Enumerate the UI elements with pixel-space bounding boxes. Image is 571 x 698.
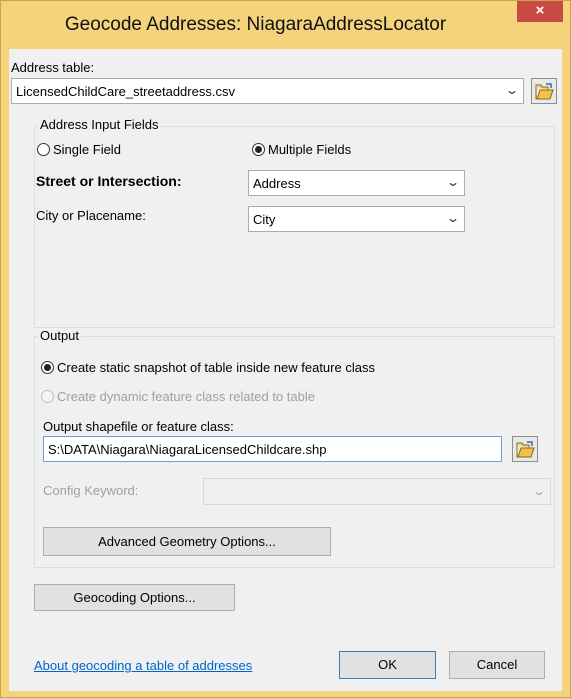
- address-table-value: LicensedChildCare_streetaddress.csv: [16, 84, 235, 99]
- ok-button[interactable]: OK: [339, 651, 436, 679]
- shapefile-browse-button[interactable]: [512, 436, 538, 462]
- close-button[interactable]: ×: [517, 1, 563, 22]
- street-field-value: Address: [253, 176, 301, 191]
- shapefile-path-input[interactable]: S:\DATA\Niagara\NiagaraLicensedChildcare…: [43, 436, 502, 462]
- street-field-dropdown[interactable]: Address ⌄: [248, 170, 465, 196]
- address-table-browse-button[interactable]: [531, 78, 557, 104]
- shapefile-path-value: S:\DATA\Niagara\NiagaraLicensedChildcare…: [48, 442, 327, 457]
- street-label: Street or Intersection:: [36, 173, 182, 189]
- help-link[interactable]: About geocoding a table of addresses: [34, 658, 252, 673]
- radio-circle-selected: [252, 143, 265, 156]
- multiple-fields-radio[interactable]: Multiple Fields: [252, 142, 351, 157]
- title-bar[interactable]: Geocode Addresses: NiagaraAddressLocator…: [1, 1, 570, 49]
- chevron-down-icon: ⌄: [504, 83, 520, 97]
- window-title: Geocode Addresses: NiagaraAddressLocator: [64, 14, 447, 35]
- open-folder-icon: [516, 441, 535, 458]
- address-input-group-title: Address Input Fields: [38, 117, 161, 132]
- static-snapshot-radio[interactable]: Create static snapshot of table inside n…: [41, 360, 375, 375]
- city-field-value: City: [253, 212, 276, 227]
- geocode-dialog: Geocode Addresses: NiagaraAddressLocator…: [0, 0, 571, 698]
- dynamic-feature-radio: Create dynamic feature class related to …: [41, 389, 315, 404]
- shapefile-label: Output shapefile or feature class:: [43, 419, 234, 434]
- address-table-dropdown[interactable]: LicensedChildCare_streetaddress.csv ⌄: [11, 78, 524, 104]
- single-field-label: Single Field: [53, 142, 121, 157]
- radio-circle: [37, 143, 50, 156]
- city-field-dropdown[interactable]: City ⌄: [248, 206, 465, 232]
- chevron-down-icon: ⌄: [445, 211, 461, 225]
- close-icon: ×: [535, 2, 545, 19]
- radio-circle-selected: [41, 361, 54, 374]
- dynamic-feature-label: Create dynamic feature class related to …: [57, 389, 315, 404]
- single-field-radio[interactable]: Single Field: [37, 142, 121, 157]
- advanced-geometry-options-button[interactable]: Advanced Geometry Options...: [43, 527, 331, 556]
- open-folder-icon: [535, 83, 554, 100]
- chevron-down-icon: ⌄: [445, 175, 461, 189]
- city-label: City or Placename:: [36, 208, 146, 223]
- cancel-button[interactable]: Cancel: [449, 651, 545, 679]
- config-keyword-dropdown: ⌄: [203, 478, 551, 505]
- config-keyword-label: Config Keyword:: [43, 483, 139, 498]
- dialog-body: Address table: LicensedChildCare_streeta…: [9, 49, 562, 691]
- address-table-label: Address table:: [11, 60, 95, 75]
- static-snapshot-label: Create static snapshot of table inside n…: [57, 360, 375, 375]
- output-group-title: Output: [38, 328, 82, 343]
- chevron-down-icon: ⌄: [531, 484, 547, 498]
- geocoding-options-button[interactable]: Geocoding Options...: [34, 584, 235, 611]
- multiple-fields-label: Multiple Fields: [268, 142, 352, 157]
- radio-circle: [41, 390, 54, 403]
